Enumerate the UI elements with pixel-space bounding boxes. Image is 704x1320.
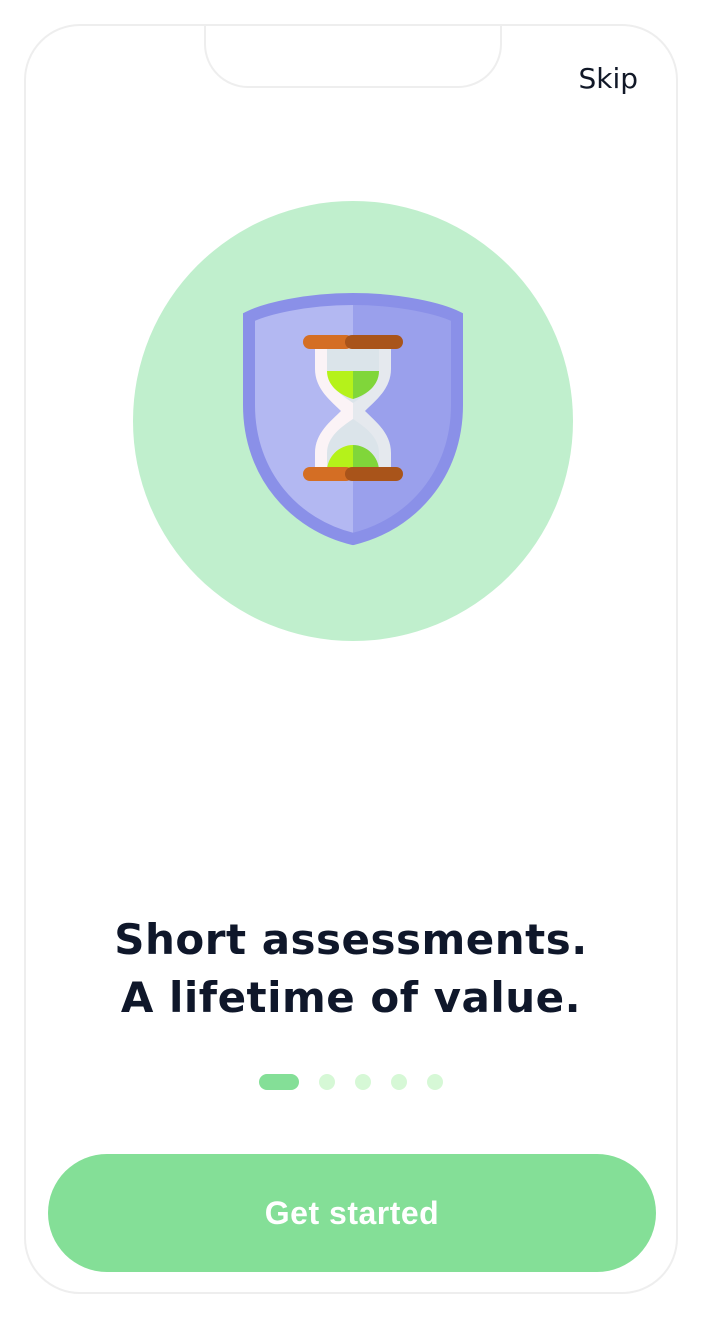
hourglass-shield-icon	[243, 292, 463, 546]
onboarding-screen: Skip Short assessments. A lifetime of va…	[24, 24, 678, 1294]
page-dot-2[interactable]	[319, 1074, 335, 1090]
page-dot-5[interactable]	[427, 1074, 443, 1090]
get-started-button[interactable]: Get started	[48, 1154, 656, 1272]
page-indicator	[26, 1074, 676, 1090]
hero-illustration	[133, 201, 573, 641]
page-dot-4[interactable]	[391, 1074, 407, 1090]
skip-button[interactable]: Skip	[578, 62, 638, 95]
headline-line-2: A lifetime of value.	[120, 973, 582, 1022]
page-dot-3[interactable]	[355, 1074, 371, 1090]
onboarding-headline: Short assessments. A lifetime of value.	[26, 911, 676, 1027]
headline-line-1: Short assessments.	[114, 915, 588, 964]
device-notch	[204, 26, 502, 88]
page-dot-1[interactable]	[259, 1074, 299, 1090]
